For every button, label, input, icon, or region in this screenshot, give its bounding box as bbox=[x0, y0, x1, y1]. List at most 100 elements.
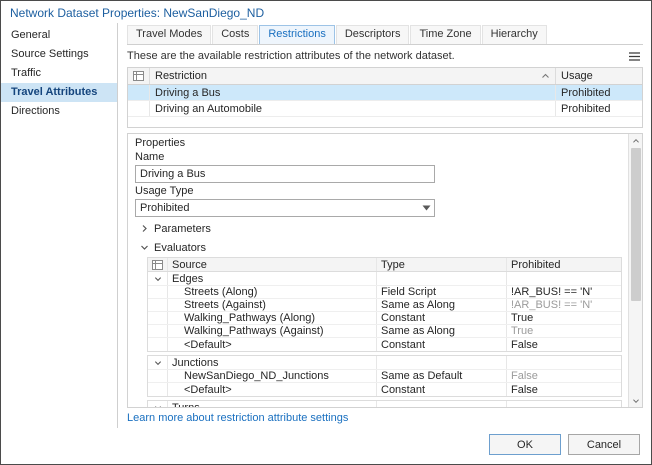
tab-hierarchy[interactable]: Hierarchy bbox=[481, 25, 547, 44]
restrictions-table-empty-area bbox=[128, 117, 642, 127]
properties-group-box: Properties Name Usage Type Prohibited Pa… bbox=[127, 133, 643, 408]
empty-cell bbox=[377, 272, 507, 285]
description-row: These are the available restriction attr… bbox=[127, 48, 643, 64]
dropdown-caret-icon bbox=[418, 205, 434, 211]
name-field-label: Name bbox=[135, 151, 165, 163]
sidebar-item-travel-attributes[interactable]: Travel Attributes bbox=[1, 83, 117, 102]
main-panel: Travel Modes Costs Restrictions Descript… bbox=[118, 23, 651, 428]
evaluator-group-junctions[interactable]: Junctions bbox=[148, 356, 621, 370]
chevron-up-icon bbox=[632, 138, 639, 143]
evaluator-source-cell: Walking_Pathways (Along) bbox=[168, 312, 377, 324]
group-chevron bbox=[148, 401, 168, 407]
evaluator-row-walking-pathways-along[interactable]: Walking_Pathways (Along) Constant True bbox=[148, 312, 621, 325]
sidebar-item-general[interactable]: General bbox=[1, 26, 117, 45]
empty-cell bbox=[377, 356, 507, 369]
evaluator-source-cell: Streets (Along) bbox=[168, 286, 377, 298]
evaluator-type-cell: Constant bbox=[377, 312, 507, 324]
evaluator-row-streets-against[interactable]: Streets (Against) Same as Along !AR_BUS!… bbox=[148, 299, 621, 312]
row-selector-cell bbox=[148, 338, 168, 351]
evaluator-value-cell: False bbox=[511, 370, 538, 382]
evaluator-row-walking-pathways-against[interactable]: Walking_Pathways (Against) Same as Along… bbox=[148, 325, 621, 338]
evaluator-type-cell: Field Script bbox=[377, 286, 507, 298]
evaluator-type-cell: Constant bbox=[377, 383, 507, 396]
restriction-usage-cell: Prohibited bbox=[561, 86, 611, 99]
hamburger-icon bbox=[628, 51, 640, 61]
evaluator-row-junctions-source[interactable]: NewSanDiego_ND_Junctions Same as Default… bbox=[148, 370, 621, 383]
row-selector-cell bbox=[148, 383, 168, 396]
evaluator-value-cell: True bbox=[511, 312, 534, 324]
evaluators-block-turns: Turns <Default> Constant False bbox=[147, 400, 622, 407]
chevron-down-icon bbox=[154, 276, 161, 281]
evaluators-section-toggle[interactable]: Evaluators bbox=[135, 240, 622, 255]
network-dataset-properties-dialog: Network Dataset Properties: NewSanDiego_… bbox=[0, 0, 652, 465]
restrictions-description: These are the available restriction attr… bbox=[127, 50, 455, 62]
properties-scrollbar[interactable] bbox=[628, 134, 642, 407]
evaluator-row-streets-along[interactable]: Streets (Along) Field Script !AR_BUS! ==… bbox=[148, 286, 621, 299]
tab-descriptors[interactable]: Descriptors bbox=[335, 25, 410, 44]
group-name: Turns bbox=[168, 401, 377, 407]
evaluator-value-cell: !AR_BUS! == 'N' bbox=[511, 299, 593, 311]
evaluator-row-junctions-default[interactable]: <Default> Constant False bbox=[148, 383, 621, 396]
scroll-up-button[interactable] bbox=[629, 134, 643, 147]
dialog-title: Network Dataset Properties: NewSanDiego_… bbox=[10, 6, 265, 20]
restrictions-table-header: Restriction Usage bbox=[128, 68, 642, 85]
cancel-button[interactable]: Cancel bbox=[568, 434, 640, 455]
row-selector-cell bbox=[148, 312, 168, 324]
grid-icon bbox=[152, 259, 163, 270]
sidebar: General Source Settings Traffic Travel A… bbox=[1, 23, 118, 428]
scroll-down-button[interactable] bbox=[629, 394, 643, 407]
row-selector-cell bbox=[148, 286, 168, 298]
evaluator-source-cell: <Default> bbox=[168, 383, 377, 396]
evaluator-source-cell: NewSanDiego_ND_Junctions bbox=[168, 370, 377, 382]
evaluators-column-type: Type bbox=[377, 258, 507, 271]
evaluator-value-cell: False bbox=[511, 338, 538, 351]
evaluator-group-turns[interactable]: Turns bbox=[148, 401, 621, 407]
empty-cell bbox=[377, 401, 507, 407]
usage-type-selected-value: Prohibited bbox=[140, 202, 190, 214]
restriction-row-driving-a-bus[interactable]: Driving a Bus Prohibited bbox=[128, 85, 642, 101]
evaluators-block-edges: Source Type Prohibited Edges Streets (Al… bbox=[147, 257, 622, 352]
chevron-down-icon bbox=[154, 360, 161, 365]
tab-restrictions[interactable]: Restrictions bbox=[259, 25, 335, 44]
usage-type-dropdown[interactable]: Prohibited bbox=[135, 199, 435, 217]
learn-more-link[interactable]: Learn more about restriction attribute s… bbox=[127, 412, 643, 425]
chevron-down-icon bbox=[141, 245, 148, 250]
evaluator-type-cell: Same as Along bbox=[377, 325, 507, 337]
chevron-down-icon bbox=[154, 405, 161, 407]
scrollbar-thumb[interactable] bbox=[630, 148, 641, 302]
evaluators-header-row: Source Type Prohibited bbox=[148, 258, 621, 272]
row-selector-cell bbox=[148, 370, 168, 382]
restriction-name-cell: Driving a Bus bbox=[150, 85, 556, 100]
sidebar-item-traffic[interactable]: Traffic bbox=[1, 64, 117, 83]
evaluators-table: Source Type Prohibited Edges Streets (Al… bbox=[147, 257, 622, 407]
menu-icon[interactable] bbox=[625, 49, 643, 64]
restriction-row-driving-an-automobile[interactable]: Driving an Automobile Prohibited bbox=[128, 101, 642, 117]
column-header-restriction-label: Restriction bbox=[155, 70, 207, 82]
tab-travel-modes[interactable]: Travel Modes bbox=[127, 25, 212, 44]
group-name: Edges bbox=[168, 272, 377, 285]
dialog-body: General Source Settings Traffic Travel A… bbox=[1, 23, 651, 428]
evaluator-row-edges-default[interactable]: <Default> Constant False bbox=[148, 338, 621, 351]
column-header-usage[interactable]: Usage bbox=[556, 68, 642, 84]
sidebar-item-directions[interactable]: Directions bbox=[1, 102, 117, 121]
evaluators-column-source: Source bbox=[168, 258, 377, 271]
column-header-restriction[interactable]: Restriction bbox=[150, 68, 556, 84]
restrictions-table: Restriction Usage Driving a Bus Prohibit… bbox=[127, 67, 643, 128]
empty-cell bbox=[507, 401, 621, 407]
name-input[interactable] bbox=[135, 165, 435, 183]
row-selector-cell bbox=[148, 299, 168, 311]
evaluator-group-edges[interactable]: Edges bbox=[148, 272, 621, 286]
tab-time-zone[interactable]: Time Zone bbox=[410, 25, 481, 44]
tab-costs[interactable]: Costs bbox=[212, 25, 259, 44]
evaluators-section-label: Evaluators bbox=[154, 241, 206, 254]
evaluators-column-prohibited: Prohibited bbox=[511, 258, 561, 271]
group-chevron bbox=[148, 356, 168, 369]
evaluator-type-cell: Same as Along bbox=[377, 299, 507, 311]
tab-strip: Travel Modes Costs Restrictions Descript… bbox=[127, 25, 643, 45]
ok-button[interactable]: OK bbox=[489, 434, 561, 455]
sidebar-item-source-settings[interactable]: Source Settings bbox=[1, 45, 117, 64]
restriction-name-cell: Driving an Automobile bbox=[150, 101, 556, 116]
parameters-section-toggle[interactable]: Parameters bbox=[135, 221, 622, 236]
scrollbar-track[interactable] bbox=[629, 147, 643, 394]
evaluator-source-cell: Streets (Against) bbox=[168, 299, 377, 311]
